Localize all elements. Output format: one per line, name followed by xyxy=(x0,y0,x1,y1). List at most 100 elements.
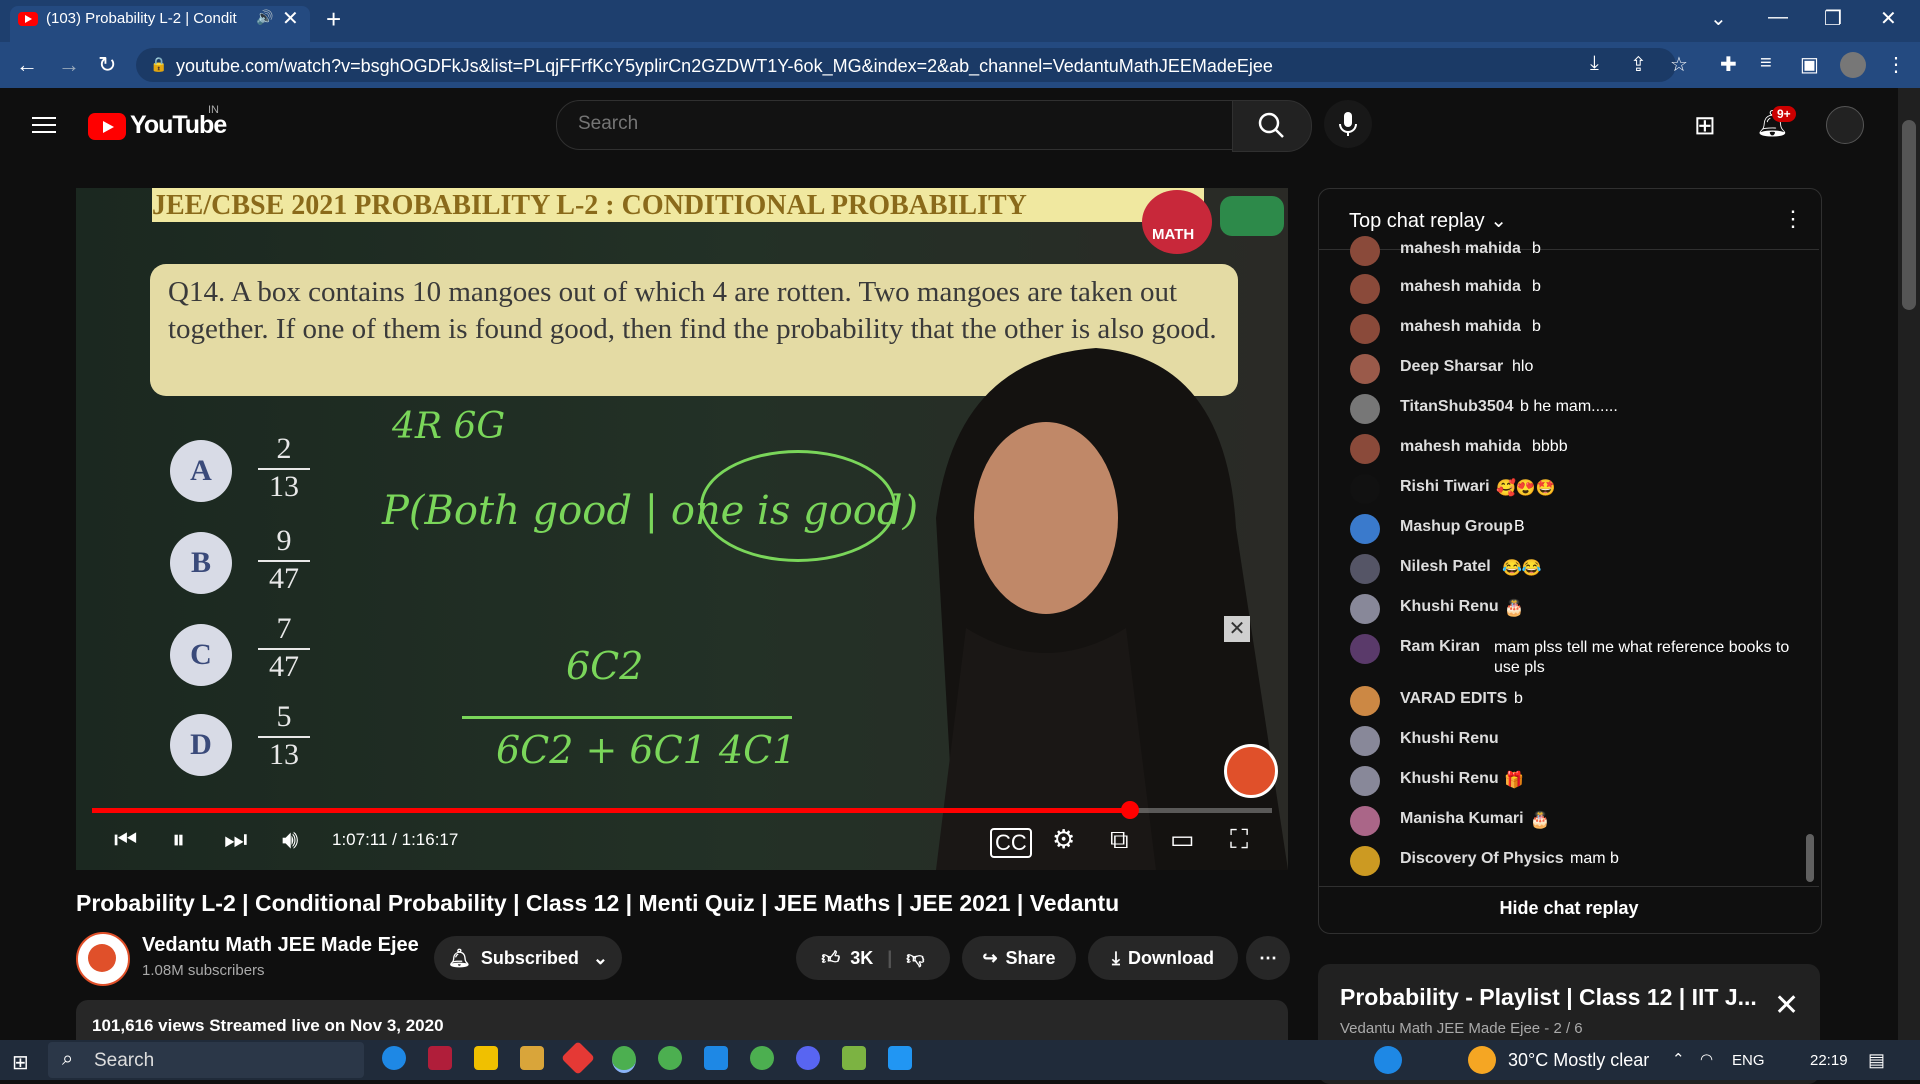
layers-app-icon[interactable] xyxy=(842,1046,866,1070)
previous-icon[interactable]: ⏮ xyxy=(114,824,137,856)
voice-search-button[interactable] xyxy=(1324,100,1372,148)
more-actions-button[interactable]: ⋯ xyxy=(1246,936,1290,980)
minimize-icon[interactable]: — xyxy=(1768,6,1788,29)
volume-icon[interactable]: 🔊︎ xyxy=(282,824,298,856)
taskbar-clock[interactable]: 22:19 xyxy=(1810,1052,1848,1069)
chat-author-avatar[interactable] xyxy=(1350,236,1380,266)
file-explorer-icon[interactable] xyxy=(520,1046,544,1070)
account-avatar[interactable] xyxy=(1826,106,1864,144)
channel-name[interactable]: Vedantu Math JEE Made Ejee xyxy=(142,934,419,957)
chat-author-name[interactable]: mahesh mahida xyxy=(1400,240,1521,258)
create-video-icon[interactable]: ⊞ xyxy=(1694,110,1716,141)
media-control-icon[interactable]: ≡ xyxy=(1760,52,1772,75)
windows-start-icon[interactable]: ⊞ xyxy=(12,1050,29,1075)
chat-author-avatar[interactable] xyxy=(1350,594,1380,624)
chat-author-avatar[interactable] xyxy=(1350,634,1380,664)
miniplayer-icon[interactable]: ⧉ xyxy=(1110,824,1129,856)
chrome-menu-icon[interactable]: ⋮ xyxy=(1886,52,1906,77)
chat-author-avatar[interactable] xyxy=(1350,766,1380,796)
overlay-close-icon[interactable]: ✕ xyxy=(1224,616,1250,642)
chat-author-name[interactable]: Nilesh Patel xyxy=(1400,558,1491,576)
chat-author-avatar[interactable] xyxy=(1350,394,1380,424)
chat-author-name[interactable]: mahesh mahida xyxy=(1400,438,1521,456)
chat-author-avatar[interactable] xyxy=(1350,434,1380,464)
download-button[interactable]: ⤓ Download xyxy=(1088,936,1238,980)
search-button[interactable] xyxy=(1232,100,1312,152)
chat-author-avatar[interactable] xyxy=(1350,354,1380,384)
video-player[interactable]: JEE/CBSE 2021 PROBABILITY L-2 : CONDITIO… xyxy=(76,188,1288,870)
chat-author-name[interactable]: Ram Kiran xyxy=(1400,638,1480,656)
close-window-icon[interactable]: ✕ xyxy=(1880,6,1897,31)
close-tab-icon[interactable]: ✕ xyxy=(282,6,299,31)
chat-author-avatar[interactable] xyxy=(1350,514,1380,544)
side-panel-icon[interactable]: ▣ xyxy=(1800,52,1819,77)
hamburger-menu-icon[interactable] xyxy=(32,112,56,138)
youtube-logo-icon[interactable] xyxy=(88,113,126,140)
chat-menu-icon[interactable]: ⋮ xyxy=(1782,206,1804,232)
like-dislike-button[interactable]: 👍︎ 3K | 👎︎ xyxy=(796,936,950,980)
chat-author-name[interactable]: mahesh mahida xyxy=(1400,318,1521,336)
chat-author-name[interactable]: Discovery Of Physics xyxy=(1400,850,1564,868)
chat-mode-selector[interactable]: Top chat replay ⌄ xyxy=(1349,208,1507,233)
chat-author-avatar[interactable] xyxy=(1350,686,1380,716)
tray-chevron-icon[interactable]: ⌃ xyxy=(1672,1050,1685,1068)
extensions-icon[interactable]: ✚ xyxy=(1720,52,1737,77)
edge-icon[interactable] xyxy=(382,1046,406,1070)
reload-icon[interactable]: ↻ xyxy=(98,52,116,78)
install-icon[interactable]: ⤓ xyxy=(1590,52,1599,75)
subscribed-button[interactable]: 🔔︎ Subscribed ⌄ xyxy=(434,936,622,980)
chrome-icon[interactable] xyxy=(612,1046,636,1073)
lock-icon[interactable]: 🔒 xyxy=(150,56,167,73)
chat-author-name[interactable]: Khushi Renu xyxy=(1400,730,1499,748)
close-playlist-icon[interactable]: ✕ xyxy=(1774,988,1799,1023)
bookmark-star-icon[interactable]: ☆ xyxy=(1670,52,1688,77)
chat-author-name[interactable]: Mashup Group xyxy=(1400,518,1513,536)
tab-search-icon[interactable]: ⌄ xyxy=(1710,6,1727,31)
chat-author-avatar[interactable] xyxy=(1350,846,1380,876)
wifi-icon[interactable]: ◠ xyxy=(1700,1050,1713,1068)
pause-icon[interactable]: ⏸ xyxy=(172,824,185,856)
next-icon[interactable]: ⏭ xyxy=(224,824,247,856)
action-center-icon[interactable]: ▤ xyxy=(1868,1050,1885,1071)
language-indicator[interactable]: ENG xyxy=(1732,1052,1765,1069)
captions-icon[interactable]: CC xyxy=(990,828,1032,858)
chat-scrollbar[interactable] xyxy=(1806,834,1814,882)
forward-icon[interactable]: → xyxy=(58,52,80,78)
chat-author-avatar[interactable] xyxy=(1350,726,1380,756)
app-blue-icon[interactable] xyxy=(704,1046,728,1070)
discord-icon[interactable] xyxy=(796,1046,820,1070)
chat-author-avatar[interactable] xyxy=(1350,806,1380,836)
chat-author-name[interactable]: Khushi Renu xyxy=(1400,770,1499,788)
store-icon[interactable] xyxy=(474,1046,498,1070)
chat-author-name[interactable]: VARAD EDITS xyxy=(1400,690,1507,708)
playlist-title[interactable]: Probability - Playlist | Class 12 | IIT … xyxy=(1340,984,1757,1011)
back-icon[interactable]: ← xyxy=(16,52,38,78)
help-icon[interactable] xyxy=(1374,1046,1402,1074)
fullscreen-icon[interactable]: ⛶ xyxy=(1230,824,1248,856)
hide-chat-button[interactable]: Hide chat replay xyxy=(1318,898,1820,919)
speaker-icon[interactable]: 🔊 xyxy=(256,9,273,26)
theater-mode-icon[interactable]: ▭ xyxy=(1170,824,1195,855)
share-button[interactable]: ↪ Share xyxy=(962,936,1076,980)
chat-author-name[interactable]: Manisha Kumari xyxy=(1400,810,1524,828)
weather-text[interactable]: 30°C Mostly clear xyxy=(1508,1050,1649,1071)
xbox-icon[interactable] xyxy=(750,1046,774,1070)
share-page-icon[interactable]: ⇪ xyxy=(1630,52,1647,77)
url-text[interactable]: youtube.com/watch?v=bsghOGDFkJs&list=PLq… xyxy=(176,56,1273,77)
settings-gear-icon[interactable]: ⚙ xyxy=(1052,824,1075,855)
progress-scrubber[interactable] xyxy=(1121,801,1139,819)
chat-author-avatar[interactable] xyxy=(1350,274,1380,304)
vscode-icon[interactable] xyxy=(888,1046,912,1070)
new-tab-button[interactable]: + xyxy=(326,4,341,35)
page-scrollbar-thumb[interactable] xyxy=(1902,120,1916,310)
chat-author-avatar[interactable] xyxy=(1350,474,1380,504)
chrome-profile-icon[interactable] xyxy=(658,1046,682,1070)
chat-author-name[interactable]: Rishi Tiwari xyxy=(1400,478,1490,496)
chat-author-name[interactable]: Deep Sharsar xyxy=(1400,358,1503,376)
profile-avatar[interactable] xyxy=(1840,52,1866,78)
info-card-icon[interactable] xyxy=(1220,196,1284,236)
chat-author-name[interactable]: Khushi Renu xyxy=(1400,598,1499,616)
chat-author-name[interactable]: mahesh mahida xyxy=(1400,278,1521,296)
chat-author-avatar[interactable] xyxy=(1350,314,1380,344)
chat-author-name[interactable]: TitanShub3504 xyxy=(1400,398,1514,416)
